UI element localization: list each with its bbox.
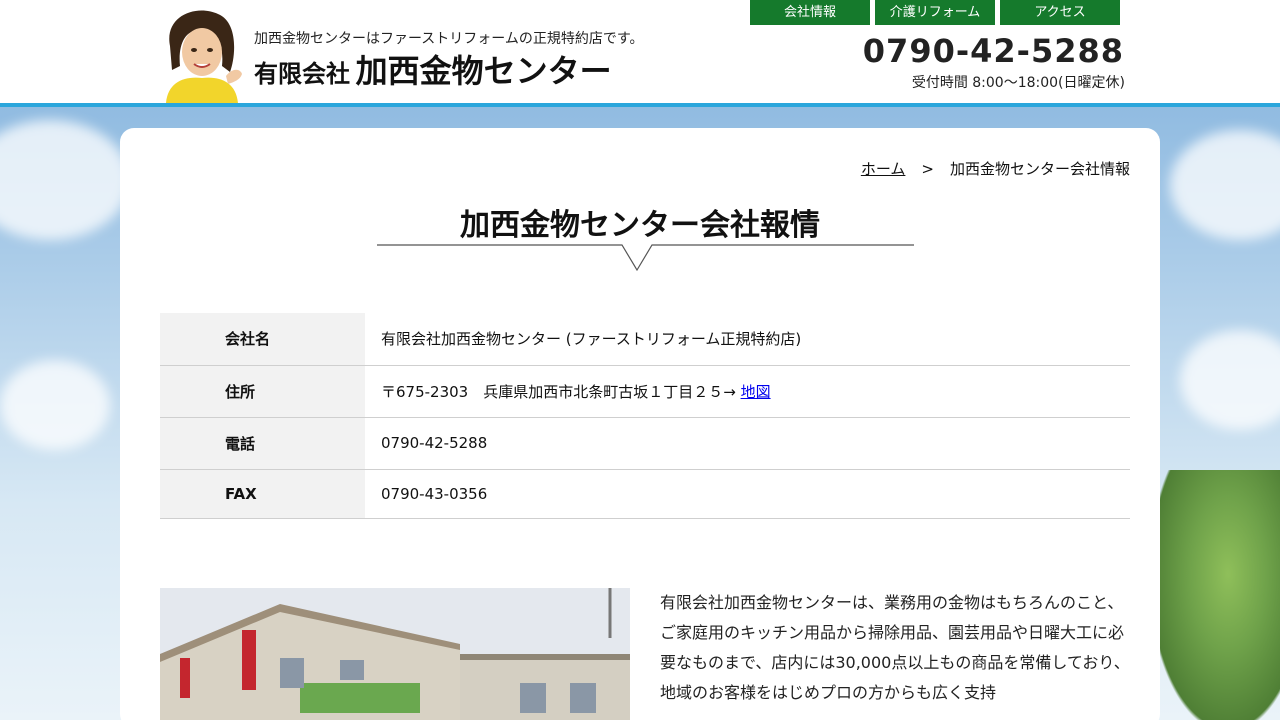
cloud-decoration	[0, 360, 110, 450]
breadcrumb-home-link[interactable]: ホーム	[861, 160, 906, 178]
row-label: 電話	[160, 417, 365, 470]
company-prefix: 有限会社	[254, 60, 350, 88]
company-description: 有限会社加西金物センターは、業務用の金物はもちろんのこと、ご家庭用のキッチン用品…	[660, 593, 1130, 702]
cloud-decoration	[1180, 330, 1280, 430]
title-underline-decoration	[377, 244, 914, 272]
breadcrumb: ホーム > 加西金物センター会社情報	[861, 158, 1130, 179]
row-label: FAX	[160, 469, 365, 519]
address-cell: 〒675-2303 兵庫県加西市北条町古坂１丁目２５→ 地図	[365, 365, 1130, 418]
table-row: 住所 〒675-2303 兵庫県加西市北条町古坂１丁目２５→ 地図	[160, 365, 1130, 418]
nav-access[interactable]: アクセス	[1000, 0, 1120, 25]
row-label: 住所	[160, 365, 365, 418]
company-logo[interactable]: 有限会社 加西金物センター	[254, 46, 612, 92]
breadcrumb-separator: >	[921, 160, 934, 178]
business-hours: 受付時間 8:00〜18:00(日曜定休)	[911, 75, 1125, 91]
content-card: ホーム > 加西金物センター会社情報 加西金物センター会社報情 会社名 有限会社加西…	[120, 128, 1160, 720]
nav-company-info[interactable]: 会社情報	[750, 0, 870, 25]
address-value: 〒675-2303 兵庫県加西市北条町古坂１丁目２５→	[381, 382, 741, 401]
tagline: 加西金物センターはファーストリフォームの正規特約店です。	[254, 31, 644, 47]
row-value: 0790-43-0356	[365, 469, 1130, 519]
table-row: 会社名 有限会社加西金物センター (ファーストリフォーム正規特約店)	[160, 313, 1130, 366]
breadcrumb-current: 加西金物センター会社情報	[949, 160, 1130, 178]
cloud-decoration	[1170, 130, 1280, 240]
cloud-decoration	[0, 120, 130, 240]
table-row: 電話 0790-42-5288	[160, 417, 1130, 470]
header-phone[interactable]: 0790-42-5288	[863, 32, 1124, 70]
row-label: 会社名	[160, 313, 365, 366]
company-name: 加西金物センター	[355, 52, 612, 90]
company-info-table: 会社名 有限会社加西金物センター (ファーストリフォーム正規特約店) 住所 〒6…	[160, 313, 1130, 519]
row-value: 0790-42-5288	[365, 417, 1130, 470]
header-accent-bar	[0, 103, 1280, 107]
map-link[interactable]: 地図	[741, 383, 771, 401]
mascot-illustration	[166, 10, 242, 103]
page-title: 加西金物センター会社報情	[460, 208, 820, 243]
row-value: 有限会社加西金物センター (ファーストリフォーム正規特約店)	[365, 313, 1130, 366]
global-nav: 会社情報 介護リフォーム アクセス	[750, 0, 1120, 25]
table-row: FAX 0790-43-0356	[160, 469, 1130, 519]
nav-care-reform[interactable]: 介護リフォーム	[875, 0, 995, 25]
site-header: 加西金物センターはファーストリフォームの正規特約店です。 有限会社 加西金物セン…	[0, 0, 1280, 103]
store-photo	[160, 588, 630, 720]
tree-decoration	[1150, 470, 1280, 720]
